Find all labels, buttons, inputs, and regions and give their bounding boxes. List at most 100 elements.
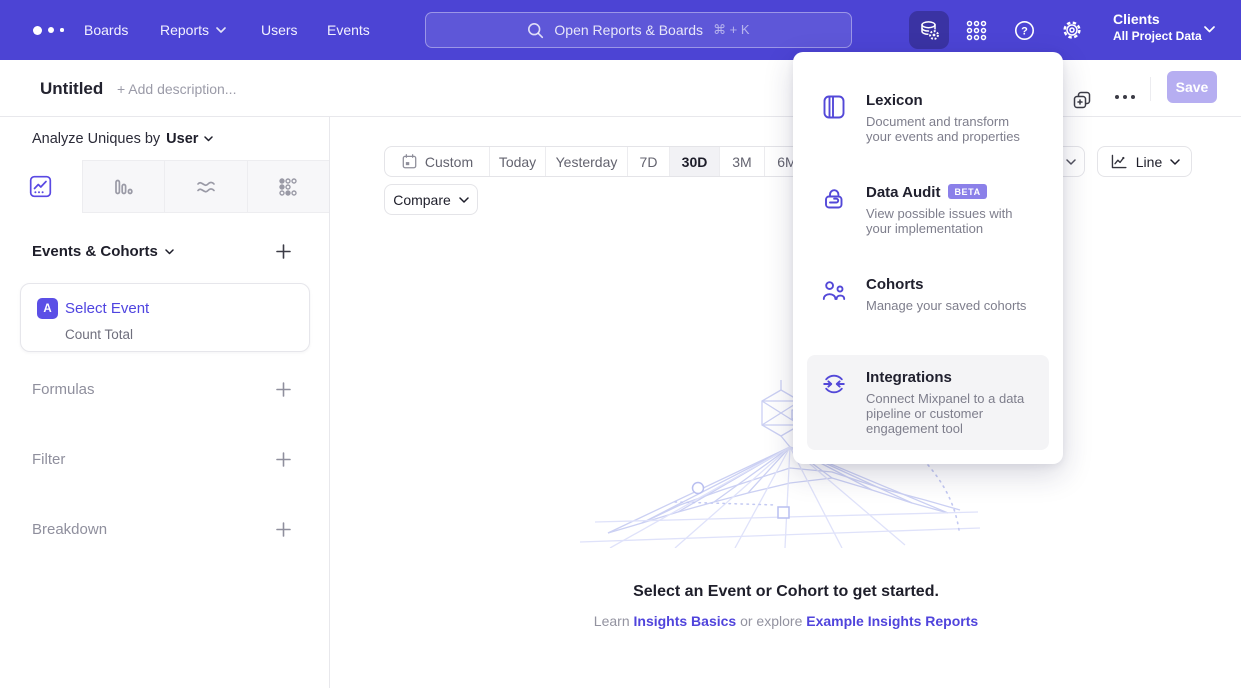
chevron-down-icon — [1066, 159, 1076, 165]
chart-area: Custom Today Yesterday 7D 30D 3M 6M Comp… — [331, 117, 1241, 688]
cohorts-description: Manage your saved cohorts — [866, 298, 1026, 313]
plus-icon — [276, 382, 291, 397]
data-management-menu: Lexicon Document and transform your even… — [793, 52, 1063, 464]
range-3m[interactable]: 3M — [719, 147, 764, 176]
breakdown-section: Breakdown — [32, 518, 293, 540]
range-custom-label: Custom — [425, 154, 473, 170]
lexicon-description: Document and transform your events and p… — [866, 114, 1033, 144]
tab-retention[interactable] — [247, 161, 330, 213]
apps-grid-icon[interactable] — [956, 11, 996, 49]
menu-item-text: Integrations Connect Mixpanel to a data … — [866, 369, 1033, 436]
menu-item-cohorts[interactable]: Cohorts Manage your saved cohorts — [807, 262, 1049, 327]
add-breakdown-button[interactable] — [274, 520, 293, 539]
nav-boards-label: Boards — [84, 22, 128, 38]
tab-bar-chart[interactable] — [82, 161, 165, 213]
breakdown-label: Breakdown — [32, 521, 107, 538]
chevron-down-icon — [204, 136, 213, 142]
filter-label: Filter — [32, 451, 65, 468]
data-audit-description: View possible issues with your implement… — [866, 206, 1033, 236]
or-explore-text: or explore — [740, 613, 802, 629]
plus-icon — [276, 244, 291, 259]
settings-gear-icon[interactable] — [1052, 11, 1092, 49]
integrations-description: Connect Mixpanel to a data pipeline or c… — [866, 391, 1033, 436]
range-30d-label: 30D — [682, 154, 708, 170]
data-management-icon[interactable] — [909, 11, 949, 49]
tab-insights-line[interactable] — [0, 160, 82, 213]
add-filter-button[interactable] — [274, 450, 293, 469]
project-name: Clients — [1113, 10, 1202, 29]
range-3m-label: 3M — [732, 154, 751, 170]
duplicate-button[interactable] — [1072, 90, 1092, 110]
formulas-label: Formulas — [32, 381, 95, 398]
more-options-button[interactable] — [1114, 94, 1136, 100]
menu-item-lexicon[interactable]: Lexicon Document and transform your even… — [807, 78, 1049, 158]
analyze-by-value: User — [166, 131, 198, 147]
events-cohorts-dropdown[interactable]: Events & Cohorts — [32, 243, 174, 260]
project-switcher[interactable]: Clients All Project Data — [1113, 10, 1202, 44]
learn-prefix: Learn — [594, 613, 630, 629]
cohorts-title: Cohorts — [866, 276, 924, 293]
query-sidebar: Analyze Uniques by User — [0, 117, 330, 688]
mixpanel-logo-icon[interactable] — [33, 0, 64, 60]
range-today[interactable]: Today — [489, 147, 545, 176]
database-gear-icon — [918, 19, 941, 42]
nav-reports-label: Reports — [160, 22, 209, 38]
empty-state-subtitle: Learn Insights Basics or explore Example… — [331, 613, 1241, 629]
range-30d[interactable]: 30D — [669, 147, 719, 176]
range-custom[interactable]: Custom — [385, 147, 489, 176]
nav-events[interactable]: Events — [327, 0, 370, 60]
chart-type-button[interactable]: Line — [1097, 146, 1192, 177]
line-chart-tab-icon — [29, 175, 52, 198]
chevron-down-icon — [216, 27, 226, 33]
project-scope: All Project Data — [1113, 29, 1202, 44]
range-7d[interactable]: 7D — [627, 147, 669, 176]
insights-basics-link[interactable]: Insights Basics — [634, 613, 737, 629]
count-total-label[interactable]: Count Total — [65, 327, 133, 342]
nav-reports[interactable]: Reports — [160, 0, 226, 60]
menu-item-integrations[interactable]: Integrations Connect Mixpanel to a data … — [807, 355, 1049, 450]
integrations-title: Integrations — [866, 369, 952, 386]
plus-icon — [276, 522, 291, 537]
cohorts-people-icon — [821, 276, 851, 313]
select-event-label[interactable]: Select Event — [65, 300, 149, 317]
menu-item-data-audit[interactable]: Data Audit BETA View possible issues wit… — [807, 170, 1049, 250]
calendar-icon — [401, 153, 418, 170]
plus-icon — [276, 452, 291, 467]
nav-boards[interactable]: Boards — [84, 0, 128, 60]
chevron-down-icon — [459, 197, 469, 203]
add-event-button[interactable] — [274, 242, 293, 261]
chevron-down-icon — [1170, 159, 1180, 165]
event-card[interactable]: A Select Event Count Total — [20, 283, 310, 352]
help-icon[interactable]: ? — [1004, 11, 1044, 49]
menu-item-text: Cohorts Manage your saved cohorts — [866, 276, 1026, 313]
range-7d-label: 7D — [640, 154, 658, 170]
data-audit-title: Data Audit — [866, 184, 940, 201]
compare-button[interactable]: Compare — [384, 184, 478, 215]
formulas-section: Formulas — [32, 378, 293, 400]
example-insights-reports-link[interactable]: Example Insights Reports — [806, 613, 978, 629]
svg-text:?: ? — [1021, 25, 1028, 37]
range-yesterday[interactable]: Yesterday — [545, 147, 627, 176]
gear-icon — [1061, 19, 1083, 41]
nav-events-label: Events — [327, 22, 370, 38]
menu-item-text: Data Audit BETA View possible issues wit… — [866, 184, 1033, 236]
search-shortcut: ⌘ + K — [713, 22, 750, 38]
analyze-prefix-label: Analyze Uniques by — [32, 131, 160, 147]
save-button[interactable]: Save — [1167, 71, 1217, 103]
compare-label: Compare — [393, 192, 451, 208]
search-placeholder: Open Reports & Boards — [554, 22, 703, 38]
duplicate-icon — [1072, 90, 1092, 110]
nav-users[interactable]: Users — [261, 0, 298, 60]
chart-type-label: Line — [1136, 154, 1162, 170]
analyze-uniques-row: Analyze Uniques by User — [0, 117, 329, 160]
header-divider — [1150, 77, 1151, 101]
analyze-by-dropdown[interactable]: User — [166, 131, 213, 147]
tab-flows[interactable] — [164, 161, 247, 213]
events-cohorts-header: Events & Cohorts — [32, 242, 293, 261]
report-title[interactable]: Untitled — [40, 79, 103, 99]
add-formula-button[interactable] — [274, 380, 293, 399]
events-cohorts-label: Events & Cohorts — [32, 243, 158, 260]
description-placeholder[interactable]: + Add description... — [117, 81, 236, 97]
nav-users-label: Users — [261, 22, 298, 38]
global-search-input[interactable]: Open Reports & Boards ⌘ + K — [425, 12, 852, 48]
